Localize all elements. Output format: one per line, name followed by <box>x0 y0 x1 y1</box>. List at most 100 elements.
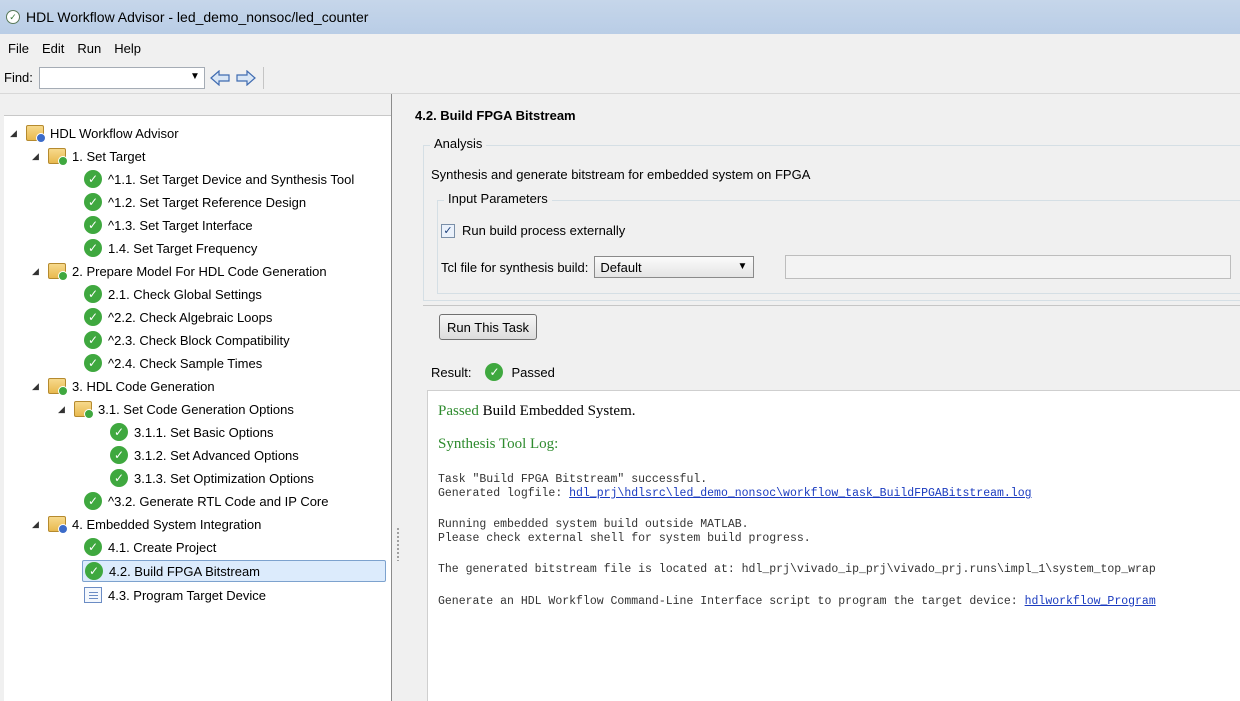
tree-item-set-target[interactable]: ◢ 1. Set Target <box>32 145 145 167</box>
forward-arrow-icon[interactable] <box>235 67 257 89</box>
analysis-description: Synthesis and generate bitstream for emb… <box>431 167 811 182</box>
result-log-panel: Passed Build Embedded System. Synthesis … <box>427 390 1240 701</box>
check-passed-icon: ✓ <box>84 193 102 211</box>
tree-item-4-2-selected[interactable]: ✓ 4.2. Build FPGA Bitstream <box>82 560 386 582</box>
menu-help[interactable]: Help <box>110 41 150 56</box>
collapse-arrow-icon[interactable]: ◢ <box>32 151 44 162</box>
toolbar-separator <box>262 66 264 89</box>
result-summary: Passed Build Embedded System. <box>438 403 636 420</box>
tree-root[interactable]: ◢ HDL Workflow Advisor <box>10 122 179 144</box>
tree-item-hdl-code-gen[interactable]: ◢ 3. HDL Code Generation <box>32 375 215 397</box>
check-passed-icon: ✓ <box>84 331 102 349</box>
find-combobox[interactable]: ▼ <box>38 66 205 89</box>
result-row: Result: ✓ Passed <box>431 363 555 381</box>
tree-item-2-4[interactable]: ✓ ^2.4. Check Sample Times <box>84 352 262 374</box>
tree-item-embedded-integration[interactable]: ◢ 4. Embedded System Integration <box>32 513 261 535</box>
check-passed-icon: ✓ <box>85 562 103 580</box>
result-summary-text: Build Embedded System. <box>478 403 636 419</box>
log-line: Task "Build FPGA Bitstream" successful. <box>438 473 708 486</box>
collapse-arrow-icon[interactable]: ◢ <box>58 404 70 415</box>
program-script-link[interactable]: hdlworkflow_Program <box>1025 595 1156 608</box>
chevron-down-icon[interactable]: ▼ <box>190 71 200 82</box>
task-title: 4.2. Build FPGA Bitstream <box>415 108 576 123</box>
find-label: Find: <box>4 70 33 85</box>
tree-item-prepare-model[interactable]: ◢ 2. Prepare Model For HDL Code Generati… <box>32 260 327 282</box>
title-bar: ✓ HDL Workflow Advisor - led_demo_nonsoc… <box>0 0 1240 34</box>
back-arrow-icon[interactable] <box>209 67 231 89</box>
tree-item-2-3[interactable]: ✓ ^2.3. Check Block Compatibility <box>84 329 290 351</box>
tree-item-1-2[interactable]: ✓ ^1.2. Set Target Reference Design <box>84 191 306 213</box>
tcl-file-label: Tcl file for synthesis build: <box>441 259 589 275</box>
log-line: Please check external shell for system b… <box>438 532 811 545</box>
run-this-task-button[interactable]: Run This Task <box>439 314 537 340</box>
menu-run[interactable]: Run <box>73 41 110 56</box>
collapse-arrow-icon[interactable]: ◢ <box>32 266 44 277</box>
folder-icon <box>48 516 68 534</box>
tree-item-3-1-2[interactable]: ✓ 3.1.2. Set Advanced Options <box>110 444 299 466</box>
tcl-file-select[interactable]: Default ▼ <box>594 256 755 278</box>
check-passed-icon: ✓ <box>84 239 102 257</box>
check-passed-icon: ✓ <box>84 492 102 510</box>
menu-bar: File Edit Run Help <box>0 34 1240 62</box>
collapse-arrow-icon[interactable]: ◢ <box>32 519 44 530</box>
menu-edit[interactable]: Edit <box>38 41 73 56</box>
run-external-label: Run build process externally <box>462 223 626 238</box>
window-title: HDL Workflow Advisor - led_demo_nonsoc/l… <box>26 9 369 25</box>
check-passed-icon: ✓ <box>110 446 128 464</box>
check-passed-icon: ✓ <box>84 354 102 372</box>
find-toolbar: Find: ▼ <box>0 62 1240 94</box>
check-passed-icon: ✓ <box>84 170 102 188</box>
log-line: Generate an HDL Workflow Command-Line In… <box>438 595 1156 608</box>
analysis-legend: Analysis <box>430 136 487 151</box>
tree-item-3-1[interactable]: ◢ 3.1. Set Code Generation Options <box>58 398 294 420</box>
collapse-arrow-icon[interactable]: ◢ <box>10 128 22 139</box>
menu-file[interactable]: File <box>4 41 38 56</box>
synthesis-log-heading: Synthesis Tool Log: <box>438 436 559 452</box>
section-divider <box>423 305 1240 306</box>
tree-item-3-1-3[interactable]: ✓ 3.1.3. Set Optimization Options <box>110 467 314 489</box>
run-external-checkbox[interactable]: ✓ <box>441 223 455 238</box>
tree-item-3-2[interactable]: ✓ ^3.2. Generate RTL Code and IP Core <box>84 490 329 512</box>
tree-item-4-3[interactable]: 4.3. Program Target Device <box>84 584 266 606</box>
tree-item-2-2[interactable]: ✓ ^2.2. Check Algebraic Loops <box>84 306 272 328</box>
app-check-icon: ✓ <box>6 10 20 24</box>
input-parameters-group: Input Parameters <box>437 191 1240 294</box>
pane-splitter-grip[interactable] <box>396 527 400 561</box>
check-passed-icon: ✓ <box>110 423 128 441</box>
log-line: Generated logfile: hdl_prj\hdlsrc\led_de… <box>438 487 1032 500</box>
log-line: Running embedded system build outside MA… <box>438 518 749 531</box>
tcl-file-path-field <box>785 255 1231 279</box>
task-pending-icon <box>84 587 102 603</box>
task-detail-panel: 4.2. Build FPGA Bitstream Analysis Synth… <box>401 94 1240 701</box>
check-passed-icon: ✓ <box>84 216 102 234</box>
collapse-arrow-icon[interactable]: ◢ <box>32 381 44 392</box>
check-passed-icon: ✓ <box>110 469 128 487</box>
tree-item-4-1[interactable]: ✓ 4.1. Create Project <box>84 536 216 558</box>
result-label: Result: <box>431 364 472 380</box>
tree-item-3-1-1[interactable]: ✓ 3.1.1. Set Basic Options <box>110 421 273 443</box>
result-status: Passed <box>511 364 555 380</box>
tree-item-2-1[interactable]: ✓ 2.1. Check Global Settings <box>84 283 262 305</box>
input-parameters-legend: Input Parameters <box>444 191 552 206</box>
check-passed-icon: ✓ <box>84 285 102 303</box>
folder-icon <box>48 148 68 166</box>
folder-icon <box>26 125 46 143</box>
tree-item-1-4[interactable]: ✓ 1.4. Set Target Frequency <box>84 237 257 259</box>
tcl-file-value: Default <box>600 259 642 275</box>
run-external-option[interactable]: ✓ Run build process externally <box>441 223 625 238</box>
logfile-link[interactable]: hdl_prj\hdlsrc\led_demo_nonsoc\workflow_… <box>569 487 1031 500</box>
log-line: The generated bitstream file is located … <box>438 563 1156 576</box>
check-passed-icon: ✓ <box>84 538 102 556</box>
folder-icon <box>74 401 94 419</box>
tcl-file-row: Tcl file for synthesis build: Default ▼ <box>441 256 755 278</box>
folder-icon <box>48 263 68 281</box>
check-passed-icon: ✓ <box>84 308 102 326</box>
tree-item-1-3[interactable]: ✓ ^1.3. Set Target Interface <box>84 214 253 236</box>
task-tree-panel: ◢ HDL Workflow Advisor ◢ 1. Set Target ✓… <box>4 94 392 701</box>
chevron-down-icon[interactable]: ▼ <box>738 261 748 272</box>
folder-icon <box>48 378 68 396</box>
tree-item-1-1[interactable]: ✓ ^1.1. Set Target Device and Synthesis … <box>84 168 354 190</box>
find-input[interactable] <box>39 67 180 88</box>
tree-header <box>4 94 391 116</box>
check-passed-icon: ✓ <box>485 363 504 381</box>
